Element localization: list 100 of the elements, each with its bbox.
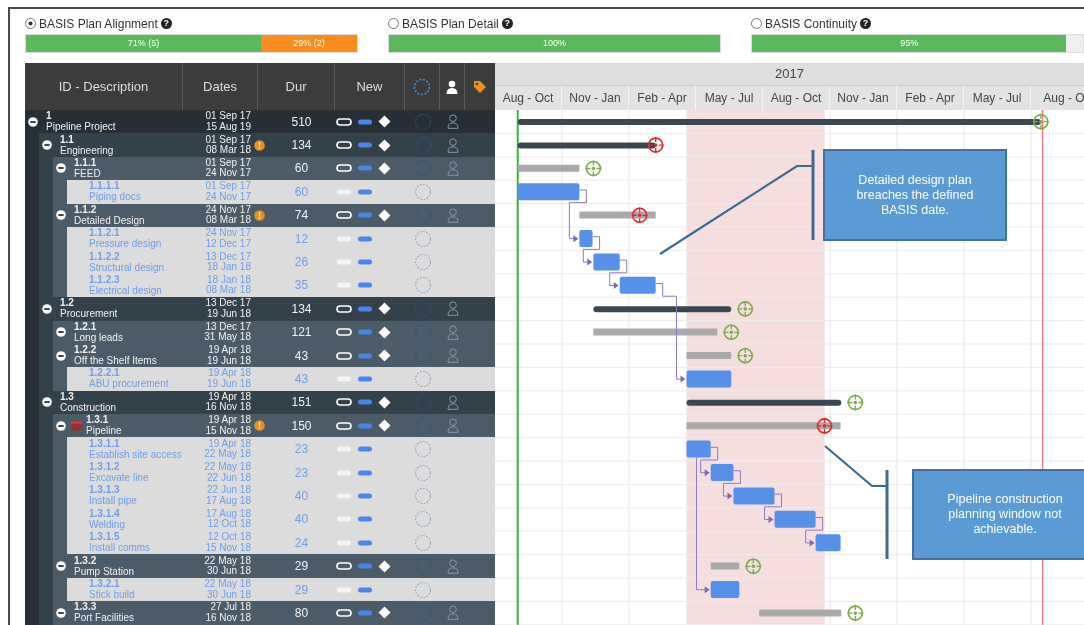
start-date: 19 Apr 18 bbox=[208, 391, 251, 403]
end-date: 19 Jun 18 bbox=[206, 355, 251, 367]
start-date: 24 Nov 17 bbox=[204, 204, 251, 215]
group-row[interactable]: 1.3.2 Pump Station 22 May 18 30 Jun 18 29 bbox=[53, 554, 495, 578]
diamond-icon bbox=[378, 559, 391, 573]
diamond-icon bbox=[378, 208, 391, 222]
task-name: Structural design bbox=[89, 261, 165, 273]
duration: 74 bbox=[293, 207, 310, 225]
person-icon bbox=[446, 394, 459, 410]
task-bar bbox=[517, 183, 580, 201]
dash-icon bbox=[358, 329, 372, 336]
task-name: Pressure design bbox=[89, 238, 162, 250]
start-date: 19 Apr 18 bbox=[208, 438, 251, 450]
group-row[interactable]: 1.1.1 FEED 01 Sep 17 24 Nov 17 60 bbox=[53, 156, 495, 181]
duration: 80 bbox=[293, 604, 310, 622]
task-id: 1.1 bbox=[60, 134, 75, 145]
dotted-circle-icon bbox=[413, 533, 432, 552]
collapse-toggle[interactable] bbox=[56, 420, 66, 431]
person-icon bbox=[446, 418, 459, 434]
collapse-toggle[interactable] bbox=[56, 607, 66, 618]
group-row[interactable]: 1.1 Engineering 01 Sep 17 08 Mar 18 134 bbox=[39, 133, 495, 157]
task-name: Detailed Design bbox=[74, 214, 145, 226]
progress-segment: 95% bbox=[752, 35, 1067, 52]
task-id: 1.3.1.1 bbox=[89, 438, 121, 449]
dash-icon bbox=[358, 282, 372, 289]
diamond-icon bbox=[378, 395, 391, 409]
dotted-circle-icon bbox=[413, 206, 432, 225]
task-id: 1.3.2 bbox=[74, 555, 98, 566]
diamond-icon bbox=[378, 302, 391, 316]
dash-icon bbox=[358, 352, 372, 359]
dash-icon bbox=[358, 376, 372, 382]
dash-icon bbox=[358, 165, 372, 172]
dotted-circle-icon bbox=[413, 603, 432, 622]
task-id: 1.3.2.1 bbox=[89, 579, 121, 589]
collapse-toggle[interactable] bbox=[56, 350, 66, 361]
dotted-circle-icon bbox=[413, 440, 432, 459]
dash-icon bbox=[358, 539, 372, 546]
end-date: 18 Jan 18 bbox=[206, 262, 251, 273]
duration: 60 bbox=[293, 160, 310, 178]
collapse-toggle[interactable] bbox=[56, 210, 66, 221]
callout: Detailed design plan breaches the defined BASIS date. bbox=[823, 149, 1007, 241]
group-row[interactable]: 1.1.2 Detailed Design 24 Nov 17 08 Mar 18 74 bbox=[53, 203, 495, 227]
callout: Pipeline construction planning window not achievable. bbox=[912, 469, 1084, 560]
person-icon bbox=[446, 160, 459, 176]
task-name: ABU procurement bbox=[89, 378, 169, 390]
end-date: 12 Oct 18 bbox=[206, 519, 251, 530]
dotted-circle-icon bbox=[413, 486, 432, 505]
radio-button[interactable] bbox=[25, 18, 36, 29]
dotted-circle-icon bbox=[413, 136, 432, 155]
dotted-circle-icon bbox=[413, 510, 432, 529]
duration: 26 bbox=[293, 254, 310, 272]
collapse-toggle[interactable] bbox=[56, 327, 66, 338]
end-date: 08 Mar 18 bbox=[204, 285, 251, 296]
dotted-circle-icon bbox=[413, 557, 432, 576]
duration: 43 bbox=[293, 347, 310, 365]
start-date: 27 Jul 18 bbox=[209, 602, 251, 613]
start-date: 01 Sep 17 bbox=[204, 181, 251, 192]
duration: 150 bbox=[290, 417, 313, 435]
pill-icon bbox=[336, 468, 352, 477]
radio-button[interactable] bbox=[388, 18, 399, 29]
dash-icon bbox=[358, 609, 372, 616]
task-name: Establish site access bbox=[89, 448, 182, 460]
task-id: 1.3.1.5 bbox=[89, 532, 121, 543]
collapse-toggle[interactable] bbox=[42, 140, 52, 151]
group-row[interactable]: 1.3 Construction 19 Apr 18 16 Nov 18 151 bbox=[39, 390, 495, 415]
dotted-circle-icon bbox=[413, 253, 432, 272]
task-id: 1.3.3 bbox=[74, 602, 98, 613]
group-row[interactable]: 1.2.2 Off the Shelf Items 19 Apr 18 19 Jun 18 43 bbox=[53, 343, 495, 368]
radio-button[interactable] bbox=[751, 18, 762, 29]
end-date: 22 Jun 18 bbox=[206, 472, 251, 484]
task-id: 1.1.2.1 bbox=[89, 228, 121, 239]
pill-icon bbox=[336, 608, 352, 617]
collapse-toggle[interactable] bbox=[42, 303, 52, 314]
diamond-icon bbox=[378, 138, 391, 152]
group-row[interactable]: 1.3.3 Port Facilities 27 Jul 18 16 Nov 18 80 bbox=[53, 601, 495, 625]
dotted-circle-icon bbox=[413, 370, 432, 388]
duration: 24 bbox=[293, 534, 310, 552]
person-icon bbox=[446, 137, 459, 153]
end-date: 15 Aug 19 bbox=[204, 121, 251, 133]
quarter-label: Nov - Jan bbox=[562, 86, 629, 110]
collapse-toggle[interactable] bbox=[28, 116, 38, 127]
tag-icon bbox=[473, 79, 487, 94]
group-row[interactable]: 1 Pipeline Project 01 Sep 17 15 Aug 19 510 bbox=[25, 110, 495, 134]
task-name: Pipeline Project bbox=[46, 121, 116, 133]
collapse-toggle[interactable] bbox=[42, 397, 52, 408]
duration: 134 bbox=[290, 300, 313, 318]
group-row[interactable]: 1.3.1 Pipeline 19 Apr 18 15 Nov 18 150 bbox=[53, 414, 495, 438]
task-name: Construction bbox=[60, 401, 117, 413]
collapse-toggle[interactable] bbox=[56, 561, 66, 572]
group-row[interactable]: 1.2.1 Long leads 13 Dec 17 31 May 18 121 bbox=[53, 320, 495, 344]
task-id: 1.1.2.3 bbox=[89, 274, 121, 285]
help-icon[interactable]: ? bbox=[860, 18, 872, 29]
group-row[interactable]: 1.2 Procurement 13 Dec 17 19 Jun 18 134 bbox=[39, 297, 495, 321]
help-icon[interactable]: ? bbox=[501, 18, 513, 29]
pill-icon bbox=[336, 375, 352, 383]
help-icon[interactable]: ? bbox=[160, 18, 172, 29]
task-name: Pump Station bbox=[74, 565, 135, 577]
end-date: 19 Jun 18 bbox=[206, 308, 251, 320]
collapse-toggle[interactable] bbox=[56, 163, 66, 174]
progress-segment: 71% (5) bbox=[26, 35, 261, 52]
